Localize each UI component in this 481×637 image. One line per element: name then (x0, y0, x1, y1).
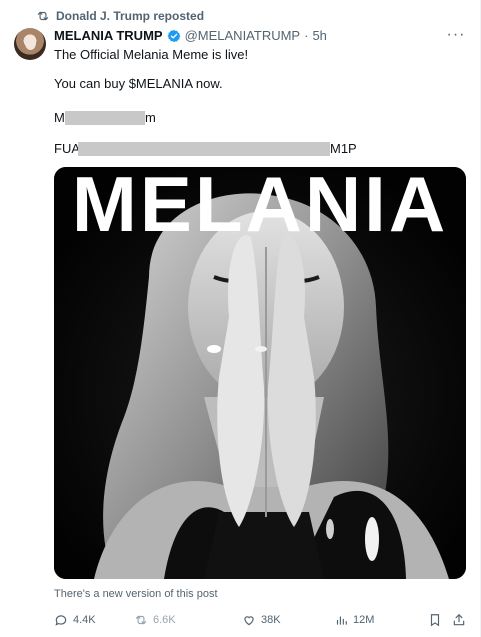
separator-dot: · (304, 28, 309, 43)
repost-indicator[interactable]: Donald J. Trump reposted (36, 8, 204, 24)
post-text-line-3-prefix: M (54, 110, 65, 125)
reply-icon (55, 615, 67, 626)
post-text-line-4-suffix: M1P (330, 141, 357, 156)
post-timestamp[interactable]: 5h (312, 28, 326, 43)
image-overlay-text: MELANIA (72, 167, 448, 248)
redacted-block (65, 111, 145, 125)
avatar[interactable] (14, 28, 46, 60)
avatar-face (25, 36, 36, 50)
share-button[interactable] (452, 610, 466, 630)
post-header: MELANIA TRUMP @MELANIATRUMP · 5h (54, 28, 327, 43)
action-bar: 4.4K 6.6K 38K 12M (54, 610, 470, 630)
author-handle[interactable]: @MELANIATRUMP (185, 28, 301, 43)
repost-label: Donald J. Trump reposted (56, 9, 205, 23)
author-name[interactable]: MELANIA TRUMP (54, 28, 163, 43)
like-button[interactable]: 38K (242, 610, 281, 630)
views-chart-icon (336, 616, 347, 625)
bookmark-button[interactable] (428, 610, 442, 630)
repost-button[interactable]: 6.6K (134, 610, 176, 630)
repost-icon (135, 615, 147, 625)
reply-count: 4.4K (73, 614, 96, 626)
more-options-icon[interactable]: ··· (446, 26, 466, 43)
views-count: 12M (353, 614, 375, 626)
post-text-line-1: The Official Melania Meme is live! (54, 47, 249, 62)
like-count: 38K (261, 614, 281, 626)
bookmark-icon (430, 614, 440, 627)
share-icon (453, 614, 465, 626)
post-image[interactable]: MELANIA (54, 167, 466, 579)
views-button[interactable]: 12M (334, 610, 374, 630)
new-version-notice[interactable]: There's a new version of this post (54, 588, 218, 600)
heart-icon (244, 616, 254, 626)
reply-button[interactable]: 4.4K (54, 610, 96, 630)
post-text-line-4-prefix: FUA (54, 141, 80, 156)
tweet-card[interactable]: Donald J. Trump reposted MELANIA TRUMP @… (0, 0, 481, 637)
repost-icon (37, 11, 49, 21)
post-text-line-2: You can buy $MELANIA now. (54, 76, 223, 91)
portrait-image: MELANIA (54, 167, 466, 579)
verified-badge-icon[interactable] (167, 29, 181, 43)
post-text-line-3-suffix: m (145, 110, 156, 125)
redacted-block (78, 142, 330, 156)
repost-count: 6.6K (153, 614, 176, 626)
